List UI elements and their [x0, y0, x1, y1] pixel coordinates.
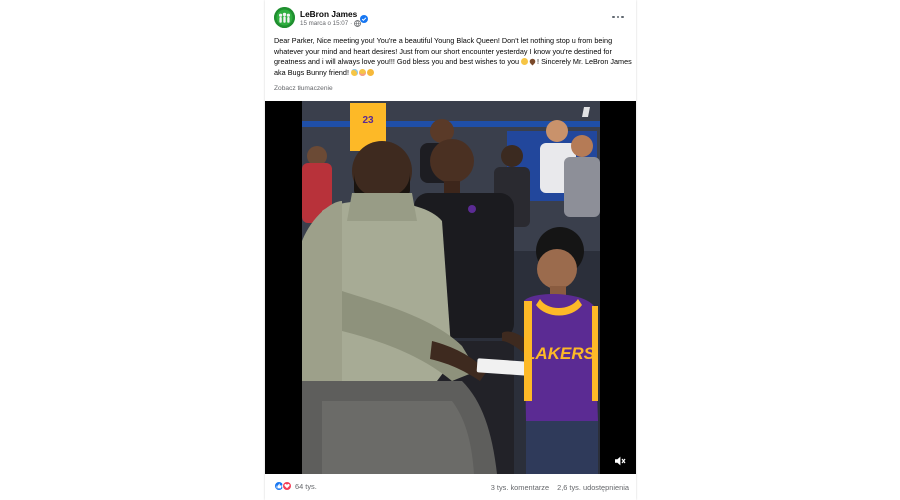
grinning-emoji-icon	[521, 58, 529, 65]
meta-separator: ·	[350, 20, 353, 27]
globe-icon[interactable]	[354, 20, 362, 27]
see-translation-link[interactable]: Zobacz tłumaczenie	[274, 85, 333, 92]
background-jersey-number: 23	[362, 115, 374, 126]
author-name[interactable]: LeBron James	[300, 9, 357, 19]
post-footer: 64 tys. 3 tys. komentarze 2,6 tys. udost…	[265, 474, 636, 500]
love-reaction-icon	[282, 481, 292, 491]
post-video[interactable]: 23 LAKERS	[265, 101, 636, 474]
video-frame-image: 23 LAKERS	[302, 101, 600, 474]
post-header: LeBron James 15 marca o 15:07 ·	[265, 0, 636, 36]
volume-muted-icon[interactable]	[614, 454, 626, 466]
blushing-emoji-icon	[358, 68, 366, 76]
comments-count-link[interactable]: 3 tys. komentarze	[491, 483, 549, 492]
facebook-post: LeBron James 15 marca o 15:07 · Dear Par…	[265, 0, 636, 500]
reaction-count[interactable]: 64 tys.	[295, 482, 317, 491]
jersey-lakers-text: LAKERS	[525, 344, 596, 363]
post-timestamp[interactable]: 15 marca o 15:07	[300, 20, 348, 27]
hugging-emoji-icon	[366, 68, 374, 76]
reactions-summary[interactable]: 64 tys.	[274, 481, 317, 491]
shares-count-link[interactable]: 2,6 tys. udostępnienia	[557, 483, 629, 492]
author-avatar[interactable]	[274, 7, 295, 28]
verified-badge-icon	[360, 10, 369, 23]
more-options-icon[interactable]	[608, 9, 628, 25]
engagement-stats: 3 tys. komentarze 2,6 tys. udostępnienia	[491, 483, 629, 492]
post-message: Dear Parker, Nice meeting you! You're a …	[274, 36, 632, 78]
sweat-smile-emoji-icon	[350, 68, 358, 76]
brown-heart-emoji-icon	[528, 57, 537, 66]
